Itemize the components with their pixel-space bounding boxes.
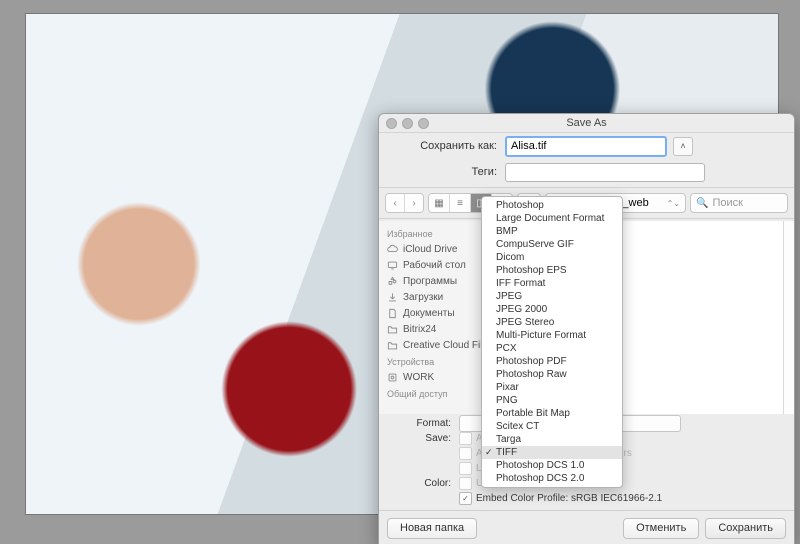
format-option[interactable]: Photoshop PDF — [482, 355, 622, 368]
zoom-icon[interactable] — [418, 118, 429, 129]
format-option[interactable]: Scitex CT — [482, 420, 622, 433]
format-option[interactable]: Photoshop Raw — [482, 368, 622, 381]
dialog-title: Save As — [566, 117, 606, 129]
format-option[interactable]: PNG — [482, 394, 622, 407]
format-label: Format: — [387, 418, 459, 429]
format-option[interactable]: Portable Bit Map — [482, 407, 622, 420]
divider — [379, 187, 794, 188]
format-option[interactable]: Photoshop DCS 1.0 — [482, 459, 622, 472]
saveas-label: Сохранить как: — [389, 140, 505, 152]
tags-input[interactable] — [505, 163, 705, 182]
list-view-icon[interactable]: ≡ — [449, 194, 470, 212]
format-option[interactable]: PCX — [482, 342, 622, 355]
new-folder-button[interactable]: Новая папка — [387, 518, 477, 539]
back-icon[interactable]: ‹ — [386, 194, 404, 212]
tags-label: Теги: — [389, 166, 505, 178]
minimize-icon[interactable] — [402, 118, 413, 129]
dialog-footer: Новая папка Отменить Сохранить — [379, 510, 794, 544]
nav-back-forward[interactable]: ‹ › — [385, 193, 424, 213]
format-dropdown-menu[interactable]: PhotoshopLarge Document FormatBMPCompuSe… — [481, 196, 623, 488]
format-option[interactable]: IFF Format — [482, 277, 622, 290]
checkbox-embed-profile[interactable] — [459, 492, 472, 505]
format-option[interactable]: Large Document Format — [482, 212, 622, 225]
format-option[interactable]: CompuServe GIF — [482, 238, 622, 251]
save-button[interactable]: Сохранить — [705, 518, 786, 539]
icon-view-icon[interactable]: ▦ — [429, 194, 449, 212]
search-placeholder: Поиск — [712, 197, 742, 209]
window-controls[interactable] — [386, 118, 429, 129]
filename-input[interactable] — [505, 136, 667, 157]
format-option[interactable]: Dicom — [482, 251, 622, 264]
checkbox-proof — [459, 477, 472, 490]
search-input[interactable]: 🔍 Поиск — [690, 193, 788, 213]
collapse-toggle[interactable]: ˄ — [673, 137, 693, 156]
format-option[interactable]: Pixar — [482, 381, 622, 394]
format-option[interactable]: Multi-Picture Format — [482, 329, 622, 342]
format-option[interactable]: Photoshop DCS 2.0 — [482, 472, 622, 485]
titlebar: Save As — [379, 114, 794, 133]
checkbox-ascopy — [459, 432, 472, 445]
format-option[interactable]: JPEG — [482, 290, 622, 303]
format-option[interactable]: JPEG 2000 — [482, 303, 622, 316]
close-icon[interactable] — [386, 118, 397, 129]
checkbox-alpha — [459, 447, 472, 460]
detail-column — [784, 221, 794, 414]
chevron-updown-icon: ⌃⌄ — [667, 199, 680, 208]
format-option[interactable]: Targa — [482, 433, 622, 446]
checkbox-layers — [459, 462, 472, 475]
color-opts-label: Color: — [387, 478, 459, 489]
format-option[interactable]: JPEG Stereo — [482, 316, 622, 329]
format-option[interactable]: TIFF — [482, 446, 622, 459]
format-option[interactable]: Photoshop EPS — [482, 264, 622, 277]
forward-icon[interactable]: › — [404, 194, 423, 212]
search-icon: 🔍 — [696, 198, 708, 209]
format-option[interactable]: Photoshop — [482, 199, 622, 212]
cancel-button[interactable]: Отменить — [623, 518, 699, 539]
format-option[interactable]: BMP — [482, 225, 622, 238]
save-opts-label: Save: — [387, 433, 459, 444]
